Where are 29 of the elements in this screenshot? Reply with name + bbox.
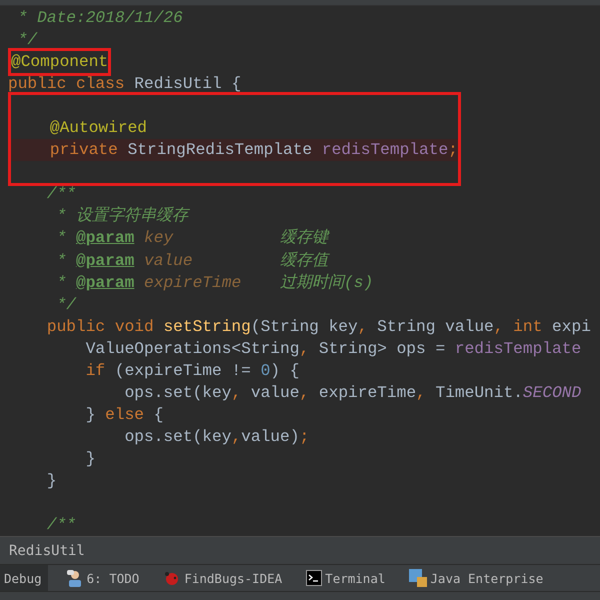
code-line: public class RedisUtil { <box>8 74 242 96</box>
code-line: ValueOperations<String, String> ops = redisTemplate <box>84 338 582 360</box>
code-line: * @param expireTime 过期时间(s) <box>56 272 374 294</box>
tool-window-button[interactable]: Terminal <box>302 565 392 591</box>
code-line: */ <box>16 30 38 52</box>
enterprise-icon <box>409 569 428 587</box>
code-line: * 设置字符串缓存 <box>56 205 191 228</box>
code-line: /** <box>46 515 77 536</box>
code-line: * @param value 缓存值 <box>56 250 331 272</box>
code-line: */ <box>56 294 78 316</box>
code-line: } <box>84 448 96 470</box>
code-line: if (expireTime != 0) { <box>84 360 300 382</box>
code-line: } else { <box>84 404 164 426</box>
tool-window-button[interactable]: Java Enterprise <box>405 565 550 591</box>
code-line: * Date:2018/11/26 <box>16 8 184 29</box>
tool-window-button[interactable]: FindBugs-IDEA <box>159 565 288 591</box>
code-line: /** <box>46 184 77 206</box>
person-icon <box>66 569 84 587</box>
terminal-icon <box>306 570 322 586</box>
code-line: @Autowired <box>48 118 148 140</box>
breadcrumb-item[interactable]: RedisUtil <box>9 542 85 558</box>
code-line: ops.set(key, value, expireTime, TimeUnit.SECOND <box>124 382 582 404</box>
code-line: ops.set(key,value); <box>124 426 310 448</box>
code-line: * @param key 缓存键 <box>56 228 331 250</box>
code-line: @Component <box>11 52 108 74</box>
code-line: } <box>46 470 58 492</box>
tool-window-button[interactable]: Debug <box>0 565 48 591</box>
tool-window-button[interactable]: 6: TODO <box>62 565 146 591</box>
code-line: public void setString(String key, String value, int expi <box>46 316 592 338</box>
